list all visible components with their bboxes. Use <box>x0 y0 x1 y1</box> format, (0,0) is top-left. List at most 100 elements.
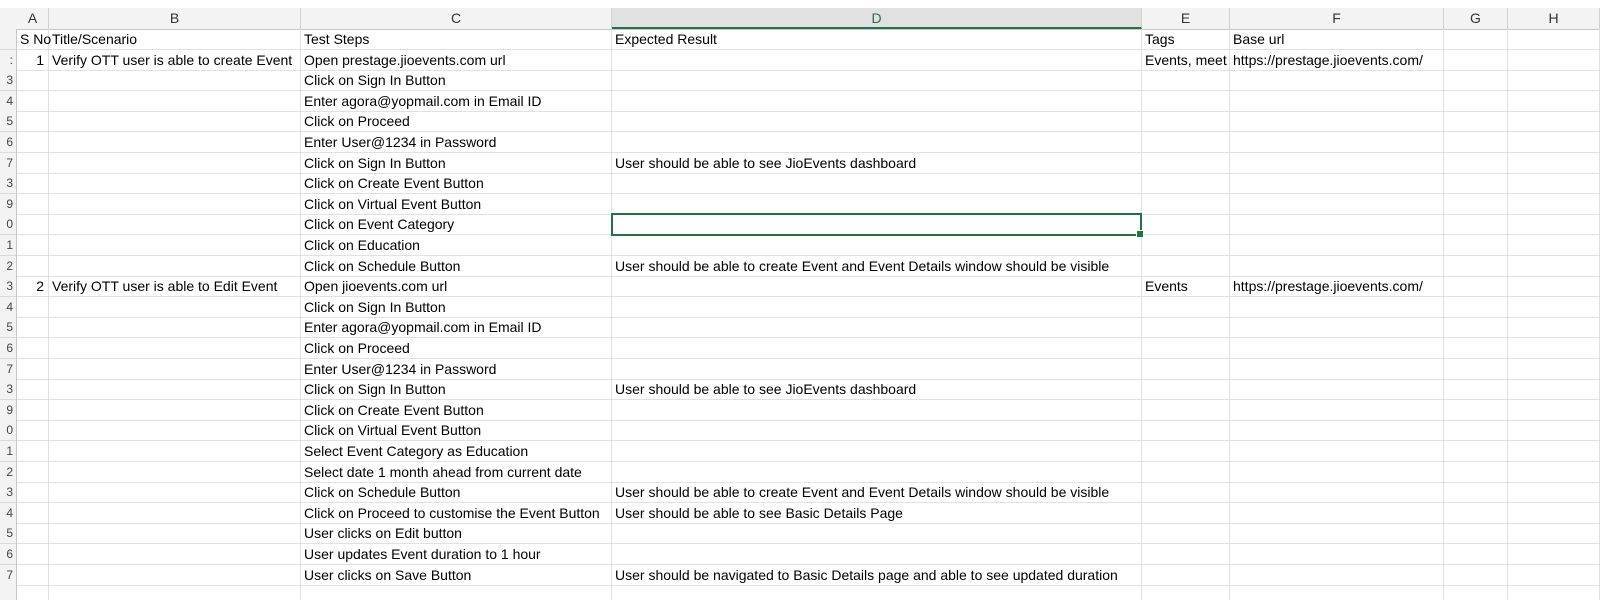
cell-b[interactable] <box>49 358 301 380</box>
cell-f[interactable]: Base url <box>1230 29 1444 50</box>
cell-b[interactable]: Title/Scenario <box>49 29 301 50</box>
cell-b[interactable]: Verify OTT user is able to create Event <box>49 49 301 71</box>
row-number[interactable]: 5 <box>0 523 17 545</box>
cell-a[interactable] <box>17 193 49 215</box>
cell-b[interactable] <box>49 585 301 600</box>
cell-e[interactable] <box>1142 399 1230 421</box>
cell-c[interactable]: Enter agora@yopmail.com in Email ID <box>301 90 612 112</box>
cell-e[interactable]: Events, meet <box>1142 49 1230 71</box>
cell-e[interactable] <box>1142 296 1230 318</box>
cell-h[interactable] <box>1508 235 1600 256</box>
cell-g[interactable] <box>1444 502 1508 524</box>
cell-a[interactable] <box>17 90 49 112</box>
cell-b[interactable] <box>49 132 301 153</box>
cell-h[interactable] <box>1508 358 1600 380</box>
cell-a[interactable] <box>17 441 49 462</box>
row-number[interactable]: 3 <box>0 379 17 401</box>
cell-f[interactable] <box>1230 90 1444 112</box>
cell-e[interactable] <box>1142 132 1230 153</box>
cell-e[interactable] <box>1142 70 1230 92</box>
cell-a[interactable] <box>17 255 49 277</box>
cell-g[interactable] <box>1444 585 1508 600</box>
row-number[interactable]: 2 <box>0 255 17 277</box>
cell-b[interactable] <box>49 235 301 256</box>
cell-c[interactable]: Click on Create Event Button <box>301 399 612 421</box>
cell-d[interactable] <box>612 523 1142 545</box>
cell-a[interactable] <box>17 502 49 524</box>
cell-a[interactable]: S No <box>17 29 51 50</box>
row-number[interactable]: 4 <box>0 296 17 318</box>
cell-e[interactable] <box>1142 214 1230 236</box>
cell-g[interactable] <box>1444 461 1508 483</box>
cell-h[interactable] <box>1508 585 1600 600</box>
cell-h[interactable] <box>1508 173 1600 195</box>
cell-d[interactable]: User should be able to see Basic Details… <box>612 502 1142 524</box>
cell-c[interactable]: Select date 1 month ahead from current d… <box>301 461 612 483</box>
cell-g[interactable] <box>1444 255 1508 277</box>
row-number[interactable]: 1 <box>0 235 17 256</box>
cell-f[interactable] <box>1230 152 1444 174</box>
cell-d[interactable] <box>612 317 1142 339</box>
cell-g[interactable] <box>1444 193 1508 215</box>
cell-g[interactable] <box>1444 70 1508 92</box>
cell-c[interactable]: Enter agora@yopmail.com in Email ID <box>301 317 612 339</box>
cell-d[interactable] <box>612 214 1142 236</box>
cell-h[interactable] <box>1508 255 1600 277</box>
cell-b[interactable] <box>49 173 301 195</box>
cell-e[interactable]: Events <box>1142 276 1230 298</box>
cell-c[interactable]: Click on Virtual Event Button <box>301 193 612 215</box>
cell-b[interactable]: Verify OTT user is able to Edit Event <box>49 276 301 298</box>
cell-e[interactable] <box>1142 502 1230 524</box>
cell-c[interactable]: User clicks on Save Button <box>301 564 612 586</box>
cell-b[interactable] <box>49 296 301 318</box>
cell-e[interactable]: Tags <box>1142 29 1230 50</box>
cell-e[interactable] <box>1142 111 1230 133</box>
cell-c[interactable]: Click on Sign In Button <box>301 70 612 92</box>
cell-e[interactable] <box>1142 482 1230 504</box>
cell-h[interactable] <box>1508 317 1600 339</box>
cell-f[interactable] <box>1230 379 1444 401</box>
cell-h[interactable] <box>1508 193 1600 215</box>
cell-e[interactable] <box>1142 420 1230 442</box>
cell-d[interactable] <box>612 193 1142 215</box>
cell-a[interactable] <box>17 379 49 401</box>
cell-e[interactable] <box>1142 358 1230 380</box>
cell-c[interactable]: Click on Create Event Button <box>301 173 612 195</box>
row-number[interactable]: 7 <box>0 358 17 380</box>
cell-d[interactable] <box>612 173 1142 195</box>
cell-b[interactable] <box>49 441 301 462</box>
cell-d[interactable]: User should be able to create Event and … <box>612 255 1142 277</box>
cell-a[interactable] <box>17 111 49 133</box>
cell-h[interactable] <box>1508 544 1600 565</box>
cell-f[interactable] <box>1230 441 1444 462</box>
cell-h[interactable] <box>1508 70 1600 92</box>
cell-h[interactable] <box>1508 502 1600 524</box>
cell-e[interactable] <box>1142 585 1230 600</box>
cell-d[interactable]: User should be able to create Event and … <box>612 482 1142 504</box>
cell-h[interactable] <box>1508 132 1600 153</box>
cell-g[interactable] <box>1444 214 1508 236</box>
cell-a[interactable] <box>17 296 49 318</box>
cell-d[interactable] <box>612 90 1142 112</box>
cell-d[interactable]: User should be able to see JioEvents das… <box>612 379 1142 401</box>
cell-a[interactable] <box>17 173 49 195</box>
cell-c[interactable] <box>301 585 612 600</box>
cell-c[interactable]: Select Event Category as Education <box>301 441 612 462</box>
row-number[interactable] <box>0 585 17 600</box>
cell-g[interactable] <box>1444 90 1508 112</box>
cell-b[interactable] <box>49 338 301 359</box>
cell-a[interactable] <box>17 523 49 545</box>
row-number[interactable]: 6 <box>0 338 17 359</box>
row-number[interactable]: 5 <box>0 111 17 133</box>
row-number[interactable]: 3 <box>0 70 17 92</box>
cell-h[interactable] <box>1508 90 1600 112</box>
cell-d[interactable] <box>612 461 1142 483</box>
cell-d[interactable] <box>612 338 1142 359</box>
cell-d[interactable] <box>612 544 1142 565</box>
cell-a[interactable] <box>17 235 49 256</box>
cell-b[interactable] <box>49 502 301 524</box>
cell-e[interactable] <box>1142 461 1230 483</box>
cell-e[interactable] <box>1142 338 1230 359</box>
cell-c[interactable]: Click on Proceed <box>301 338 612 359</box>
cell-c[interactable]: Click on Sign In Button <box>301 379 612 401</box>
